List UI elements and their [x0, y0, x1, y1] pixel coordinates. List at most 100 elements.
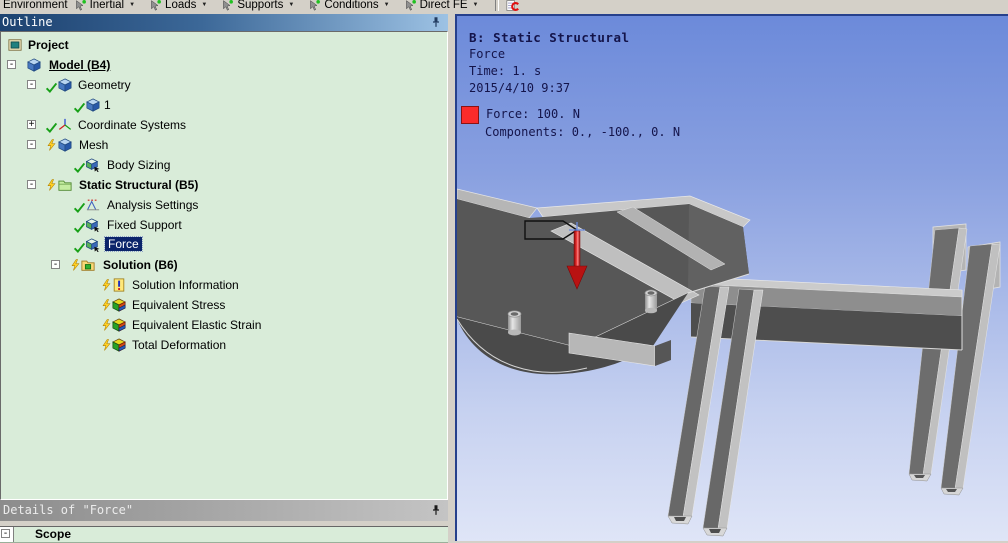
commands-icon [505, 0, 520, 12]
collapse-box[interactable] [27, 180, 36, 189]
tree-item-body-1[interactable]: 1 [1, 95, 447, 115]
direct-fe-icon [404, 0, 417, 12]
expand-box[interactable] [27, 120, 36, 129]
outline-titlebar: Outline [0, 14, 448, 31]
tree-item-label: Body Sizing [107, 158, 171, 172]
details-row-gutter [0, 527, 14, 542]
equivalent-stress-icon [112, 298, 126, 312]
check-icon [73, 241, 86, 254]
dropdown-caret-icon: ▼ [383, 2, 390, 8]
loads-label: Loads [165, 0, 197, 11]
coordinate-systems-icon [58, 118, 72, 132]
tree-item-label: Solution Information [132, 278, 239, 292]
commands-button[interactable] [505, 0, 523, 12]
details-row-label: Scope [35, 527, 72, 541]
collapse-box[interactable] [7, 60, 16, 69]
check-icon [73, 101, 86, 114]
tree-item-label: Geometry [78, 78, 131, 92]
collapse-box[interactable] [51, 260, 60, 269]
details-titlebar: Details of "Force" [0, 500, 448, 521]
environment-menu[interactable]: Environment [0, 0, 74, 11]
tree-item-label-selected: Force [104, 236, 143, 252]
tree-item-solution-information[interactable]: Solution Information [1, 275, 447, 295]
tree-item-fixed-support[interactable]: Fixed Support [1, 215, 447, 235]
model-icon [27, 58, 41, 72]
outline-panel: Outline Project Model (B4) Geometry 1 [0, 14, 448, 543]
collapse-box[interactable] [1, 529, 10, 538]
tree-item-label: Solution (B6) [103, 258, 178, 272]
viewport-annotation: B: Static Structural Force Time: 1. s 20… [469, 29, 630, 97]
environment-toolbar: Environment Inertial ▼ Loads ▼ Supports … [0, 0, 1008, 14]
tree-item-coordinate-systems[interactable]: Coordinate Systems [1, 115, 447, 135]
tree-item-label: Project [28, 38, 69, 52]
force-arrow-shaft [573, 230, 581, 269]
frame-front-legs [667, 285, 764, 537]
tree-item-label: Mesh [79, 138, 109, 152]
collapse-box[interactable] [27, 80, 36, 89]
viewport-legend: Force: 100. N Components: 0., -100., 0. … [461, 106, 680, 140]
annotation-time: Time: 1. s [469, 64, 542, 78]
tree-item-label: Static Structural (B5) [79, 178, 199, 192]
project-icon [8, 38, 22, 52]
tree-item-label: Analysis Settings [107, 198, 199, 212]
tree-item-model[interactable]: Model (B4) [1, 55, 447, 75]
autohide-pin-icon[interactable] [430, 16, 442, 29]
lightning-icon [101, 298, 112, 312]
details-title: Details of "Force" [3, 503, 134, 517]
analysis-settings-icon [86, 198, 100, 212]
tree-item-static-structural[interactable]: Static Structural (B5) [1, 175, 447, 195]
tree-item-force[interactable]: Force [1, 235, 447, 255]
legend-components-value: Components: 0., -100., 0. N [485, 125, 681, 139]
supports-icon [221, 0, 234, 12]
direct-fe-label: Direct FE [419, 0, 468, 11]
check-icon [73, 221, 86, 234]
tree-item-label: Equivalent Stress [132, 298, 226, 312]
dropdown-caret-icon: ▼ [288, 2, 295, 8]
legend-force-value: Force: 100. N [486, 107, 580, 121]
tree-item-project[interactable]: Project [1, 35, 447, 55]
fixed-support-icon [86, 218, 100, 232]
body-sizing-icon [86, 158, 100, 172]
supports-dropdown-button[interactable]: Supports ▼ [221, 0, 294, 12]
tree-item-mesh[interactable]: Mesh [1, 135, 447, 155]
details-row-cell: Scope [14, 527, 448, 542]
lightning-icon [46, 138, 57, 152]
tree-item-body-sizing[interactable]: Body Sizing [1, 155, 447, 175]
equivalent-elastic-strain-icon [112, 318, 126, 332]
tree-item-total-deformation[interactable]: Total Deformation [1, 335, 447, 355]
lightning-icon [46, 178, 57, 192]
tree-item-equivalent-stress[interactable]: Equivalent Stress [1, 295, 447, 315]
force-icon [86, 238, 100, 252]
loads-dropdown-button[interactable]: Loads ▼ [149, 0, 207, 12]
solution-information-icon [112, 278, 126, 292]
collapse-box[interactable] [27, 140, 36, 149]
conditions-icon [308, 0, 321, 12]
graphics-viewport[interactable]: B: Static Structural Force Time: 1. s 20… [455, 14, 1008, 541]
tree-item-geometry[interactable]: Geometry [1, 75, 447, 95]
tree-item-label: Equivalent Elastic Strain [132, 318, 262, 332]
frame-right-posts [908, 223, 1001, 496]
conditions-label: Conditions [324, 0, 379, 11]
autohide-pin-icon[interactable] [430, 504, 442, 517]
tree-item-label: Fixed Support [107, 218, 182, 232]
conditions-dropdown-button[interactable]: Conditions ▼ [308, 0, 390, 12]
solution-icon [81, 258, 95, 272]
force-color-swatch [461, 106, 479, 124]
analysis-title: B: Static Structural [469, 30, 630, 45]
panel-splitter[interactable] [448, 14, 455, 541]
tree-item-equivalent-elastic-strain[interactable]: Equivalent Elastic Strain [1, 315, 447, 335]
annotation-date: 2015/4/10 9:37 [469, 81, 571, 95]
tree-item-analysis-settings[interactable]: Analysis Settings [1, 195, 447, 215]
dropdown-caret-icon: ▼ [129, 2, 136, 8]
loads-icon [149, 0, 162, 12]
annotation-load-name: Force [469, 47, 506, 61]
direct-fe-dropdown-button[interactable]: Direct FE ▼ [404, 0, 479, 12]
tree-item-solution[interactable]: Solution (B6) [1, 255, 447, 275]
lightning-icon [101, 278, 112, 292]
lightning-icon [70, 258, 81, 272]
tree-item-label: Total Deformation [132, 338, 227, 352]
outline-title: Outline [2, 15, 53, 29]
body-icon [86, 98, 100, 112]
check-icon [45, 81, 58, 94]
inertial-dropdown-button[interactable]: Inertial ▼ [74, 0, 135, 12]
